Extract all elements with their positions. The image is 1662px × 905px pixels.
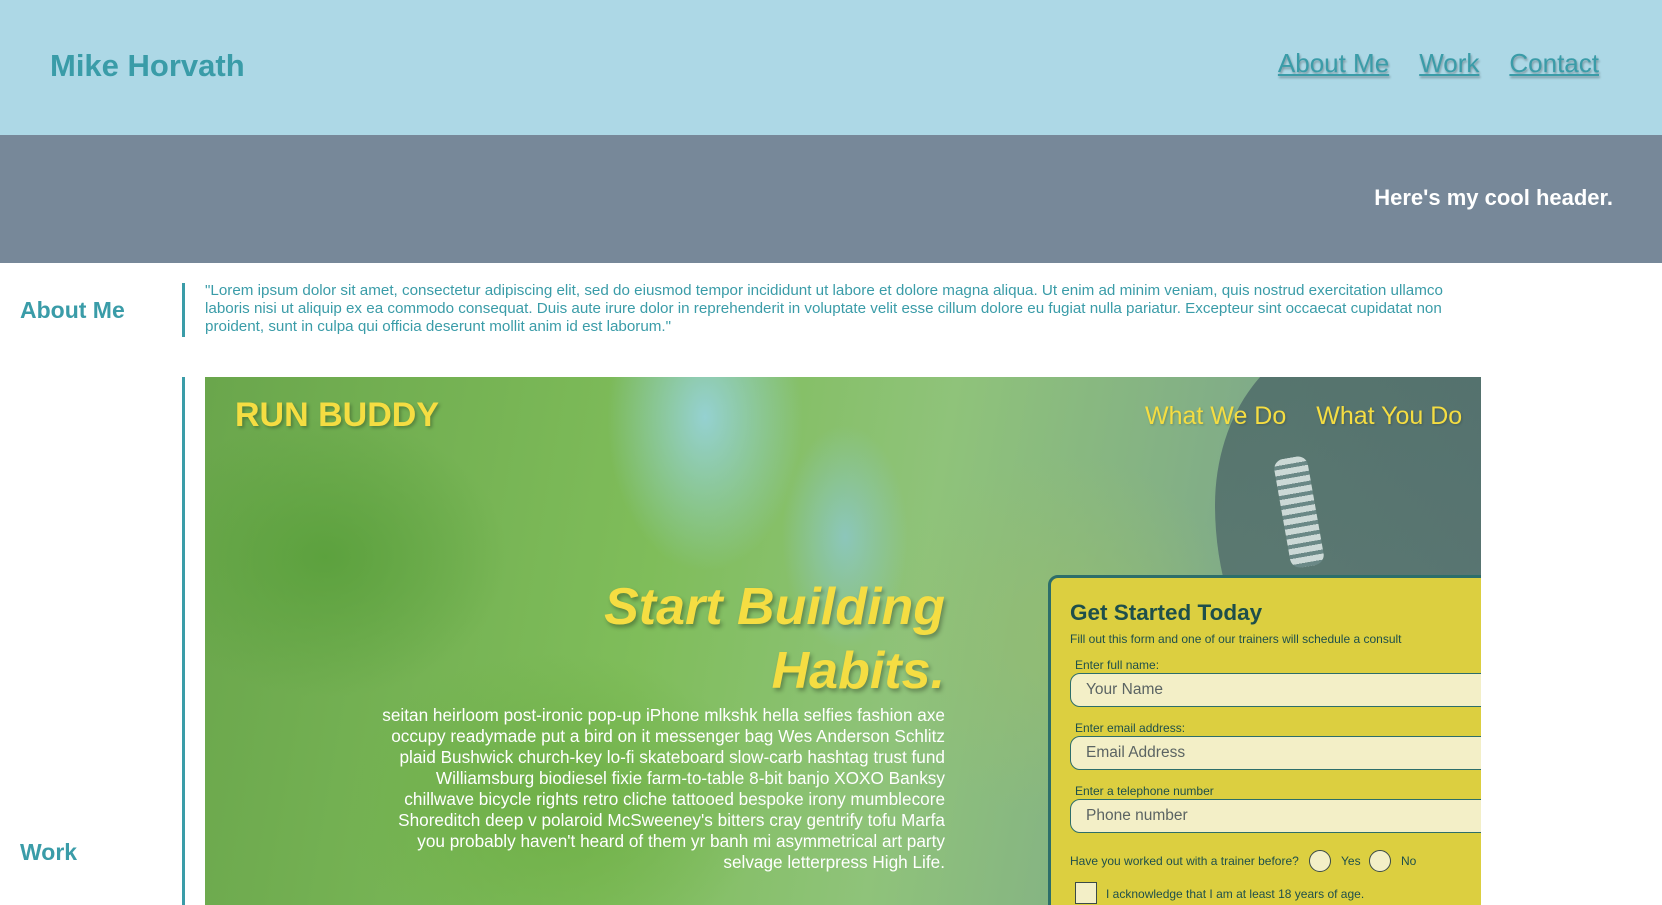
trainer-question: Have you worked out with a trainer befor…: [1070, 854, 1299, 868]
trainer-no-radio[interactable]: [1369, 850, 1391, 872]
project-hero-title: Start Building Habits.: [604, 578, 945, 700]
form-subtitle: Fill out this form and one of our traine…: [1070, 632, 1402, 646]
top-nav: Mike Horvath About Me Work Contact: [0, 0, 1662, 135]
nav-links: About Me Work Contact: [1278, 44, 1599, 82]
about-divider: [182, 283, 185, 337]
nav-link-about-me[interactable]: About Me: [1278, 44, 1389, 82]
about-text: "Lorem ipsum dolor sit amet, consectetur…: [205, 282, 1443, 335]
hero-text: Here's my cool header.: [1374, 185, 1613, 210]
name-input[interactable]: [1070, 673, 1481, 707]
nav-link-contact[interactable]: Contact: [1509, 44, 1599, 82]
form-title: Get Started Today: [1070, 600, 1263, 625]
trainer-yes-radio[interactable]: [1309, 850, 1331, 872]
site-name[interactable]: Mike Horvath: [50, 44, 245, 88]
work-divider: [182, 377, 185, 905]
project-preview-run-buddy[interactable]: RUN BUDDY What We Do What You Do Start B…: [205, 377, 1481, 905]
project-nav-what-we-do[interactable]: What We Do: [1145, 399, 1286, 433]
nav-link-work[interactable]: Work: [1419, 44, 1479, 82]
project-brand[interactable]: RUN BUDDY: [235, 393, 439, 437]
age-checkbox[interactable]: [1075, 882, 1097, 904]
work-heading: Work: [20, 839, 78, 865]
name-label: Enter full name:: [1075, 658, 1160, 672]
project-nav-what-you-do[interactable]: What You Do: [1316, 399, 1462, 433]
signup-form: Get Started Today Fill out this form and…: [1048, 575, 1481, 905]
about-heading: About Me: [20, 297, 125, 323]
email-input[interactable]: [1070, 736, 1481, 770]
phone-input[interactable]: [1070, 799, 1481, 833]
phone-label: Enter a telephone number: [1075, 784, 1214, 798]
project-hero-copy: seitan heirloom post-ironic pop-up iPhon…: [382, 705, 945, 872]
hero-banner: Here's my cool header.: [0, 135, 1662, 263]
age-acknowledgement: I acknowledge that I am at least 18 year…: [1106, 887, 1365, 901]
project-nav: What We Do What You Do: [1145, 399, 1462, 433]
trainer-no-label: No: [1401, 854, 1417, 868]
email-label: Enter email address:: [1075, 721, 1186, 735]
trainer-yes-label: Yes: [1341, 854, 1361, 868]
